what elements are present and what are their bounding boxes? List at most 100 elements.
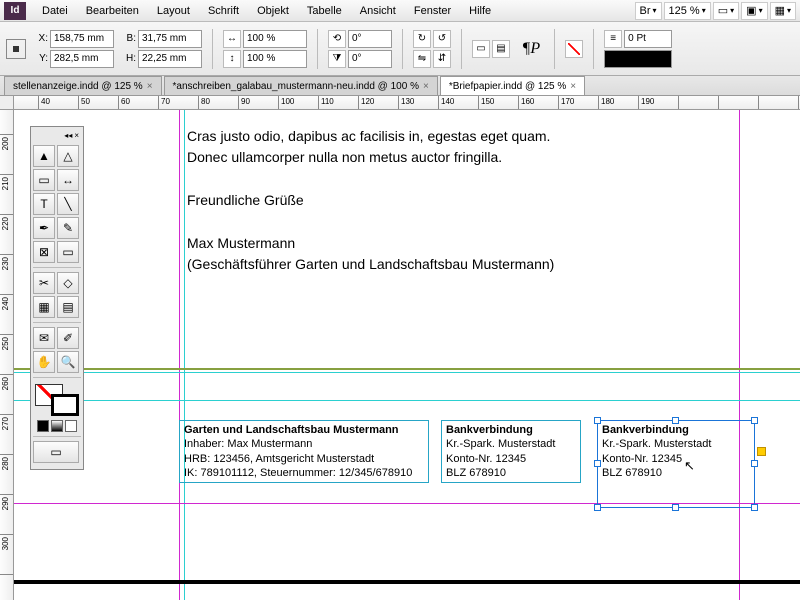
- line-tool[interactable]: ╲: [57, 193, 79, 215]
- scale-x-input[interactable]: 100 %: [243, 30, 307, 48]
- selection-handle[interactable]: [751, 504, 758, 511]
- rotate-ccw-icon[interactable]: ↺: [433, 30, 451, 48]
- pen-tool[interactable]: ✒: [33, 217, 55, 239]
- gradient-feather-tool[interactable]: ▤: [57, 296, 79, 318]
- apply-gradient-icon[interactable]: [51, 420, 63, 432]
- greeting: Freundliche Grüße: [187, 190, 727, 211]
- page-tool[interactable]: ▭: [33, 169, 55, 191]
- footer-title: Bankverbindung: [602, 424, 689, 436]
- y-label: Y:: [34, 53, 48, 64]
- horizontal-ruler[interactable]: 4050 6070 8090 100110 120130 140150 1601…: [14, 96, 800, 110]
- view-mode-button[interactable]: ▭: [33, 441, 79, 463]
- footer-block-bank2-selected[interactable]: Bankverbindung Kr.-Spark. Musterstadt Ko…: [597, 420, 755, 508]
- selection-tool[interactable]: ▲: [33, 145, 55, 167]
- menu-bearbeiten[interactable]: Bearbeiten: [78, 2, 147, 20]
- x-label: X:: [34, 33, 48, 44]
- document-tabs: stellenanzeige.indd @ 125 %× *anschreibe…: [0, 76, 800, 96]
- flip-v-icon[interactable]: ⇵: [433, 50, 451, 68]
- zoom-level[interactable]: 125 %▾: [664, 2, 711, 20]
- pencil-tool[interactable]: ✎: [57, 217, 79, 239]
- direct-selection-tool[interactable]: △: [57, 145, 79, 167]
- arrange-icon[interactable]: ▦▾: [770, 2, 796, 20]
- ruler-guide[interactable]: [14, 400, 800, 401]
- hand-tool[interactable]: ✋: [33, 351, 55, 373]
- menu-schrift[interactable]: Schrift: [200, 2, 247, 20]
- fill-swatch[interactable]: [565, 40, 583, 58]
- close-icon[interactable]: ×: [570, 81, 576, 92]
- view-mode-icon[interactable]: ▭▾: [713, 2, 739, 20]
- x-input[interactable]: 158,75 mm: [50, 30, 114, 48]
- signer-name: Max Mustermann: [187, 233, 727, 254]
- scale-x-icon: ↔: [223, 30, 241, 48]
- vertical-ruler[interactable]: 200210 220230 240250 260270 280290 300: [0, 110, 14, 600]
- text-overflow-icon[interactable]: [757, 447, 766, 456]
- footer-block-bank1[interactable]: Bankverbindung Kr.-Spark. Musterstadt Ko…: [441, 420, 581, 483]
- paragraph-style-icon[interactable]: ¶P: [522, 40, 540, 58]
- body-text-frame[interactable]: Cras justo odio, dapibus ac facilisis in…: [187, 126, 727, 275]
- selection-handle[interactable]: [751, 417, 758, 424]
- rule-line: [14, 368, 800, 370]
- column-guide[interactable]: [184, 110, 185, 600]
- tab-stellenanzeige[interactable]: stellenanzeige.indd @ 125 %×: [4, 76, 162, 95]
- menu-tabelle[interactable]: Tabelle: [299, 2, 350, 20]
- menu-fenster[interactable]: Fenster: [406, 2, 459, 20]
- selection-handle[interactable]: [751, 460, 758, 467]
- scissors-tool[interactable]: ✂: [33, 272, 55, 294]
- fill-stroke-swatch[interactable]: [35, 384, 79, 416]
- menu-hilfe[interactable]: Hilfe: [461, 2, 499, 20]
- eyedropper-tool[interactable]: ✐: [57, 327, 79, 349]
- height-input[interactable]: 22,25 mm: [138, 50, 202, 68]
- menu-datei[interactable]: Datei: [34, 2, 76, 20]
- stroke-weight-input[interactable]: 0 Pt: [624, 30, 672, 48]
- zoom-tool[interactable]: 🔍: [57, 351, 79, 373]
- tab-anschreiben[interactable]: *anschreiben_galabau_mustermann-neu.indd…: [164, 76, 438, 95]
- reference-point[interactable]: [6, 39, 26, 59]
- margin-guide[interactable]: [179, 110, 180, 600]
- page: Cras justo odio, dapibus ac facilisis in…: [79, 110, 759, 600]
- rectangle-tool[interactable]: ▭: [57, 241, 79, 263]
- footer-title: Bankverbindung: [446, 424, 533, 436]
- scale-y-input[interactable]: 100 %: [243, 50, 307, 68]
- close-icon[interactable]: ×: [423, 81, 429, 92]
- selection-handle[interactable]: [672, 417, 679, 424]
- select-content-icon[interactable]: ▤: [492, 40, 510, 58]
- screen-mode-icon[interactable]: ▣▾: [741, 2, 767, 20]
- selection-handle[interactable]: [594, 460, 601, 467]
- apply-none-icon[interactable]: [65, 420, 77, 432]
- rotate-input[interactable]: 0°: [348, 30, 392, 48]
- bridge-button[interactable]: Br▾: [635, 2, 662, 20]
- menu-ansicht[interactable]: Ansicht: [352, 2, 404, 20]
- footer-block-company[interactable]: Garten und Landschaftsbau Mustermann Inh…: [179, 420, 429, 483]
- shear-input[interactable]: 0°: [348, 50, 392, 68]
- scale-y-icon: ↕: [223, 50, 241, 68]
- workspace: 4050 6070 8090 100110 120130 140150 1601…: [0, 96, 800, 600]
- menu-objekt[interactable]: Objekt: [249, 2, 297, 20]
- width-input[interactable]: 31,75 mm: [138, 30, 202, 48]
- gradient-swatch-tool[interactable]: ▦: [33, 296, 55, 318]
- margin-guide[interactable]: [739, 110, 740, 600]
- rotate-cw-icon[interactable]: ↻: [413, 30, 431, 48]
- menu-layout[interactable]: Layout: [149, 2, 198, 20]
- collapse-icon[interactable]: ◂◂: [64, 131, 72, 143]
- close-icon[interactable]: ×: [74, 131, 79, 143]
- selection-handle[interactable]: [672, 504, 679, 511]
- canvas[interactable]: Cras justo odio, dapibus ac facilisis in…: [14, 110, 800, 600]
- flip-h-icon[interactable]: ⇋: [413, 50, 431, 68]
- tools-panel[interactable]: ◂◂× ▲△ ▭↔ T╲ ✒✎ ⊠▭ ✂◇ ▦▤ ✉✐ ✋🔍 ▭: [30, 126, 84, 470]
- cursor-icon: ↖: [684, 458, 695, 475]
- select-container-icon[interactable]: ▭: [472, 40, 490, 58]
- apply-color-icon[interactable]: [37, 420, 49, 432]
- type-tool[interactable]: T: [33, 193, 55, 215]
- rectangle-frame-tool[interactable]: ⊠: [33, 241, 55, 263]
- close-icon[interactable]: ×: [147, 81, 153, 92]
- free-transform-tool[interactable]: ◇: [57, 272, 79, 294]
- selection-handle[interactable]: [594, 417, 601, 424]
- stroke-style[interactable]: [604, 50, 672, 68]
- selection-handle[interactable]: [594, 504, 601, 511]
- y-input[interactable]: 282,5 mm: [50, 50, 114, 68]
- note-tool[interactable]: ✉: [33, 327, 55, 349]
- tab-briefpapier[interactable]: *Briefpapier.indd @ 125 %×: [440, 76, 585, 95]
- ruler-origin[interactable]: [0, 96, 14, 110]
- ruler-guide[interactable]: [14, 372, 800, 373]
- gap-tool[interactable]: ↔: [57, 169, 79, 191]
